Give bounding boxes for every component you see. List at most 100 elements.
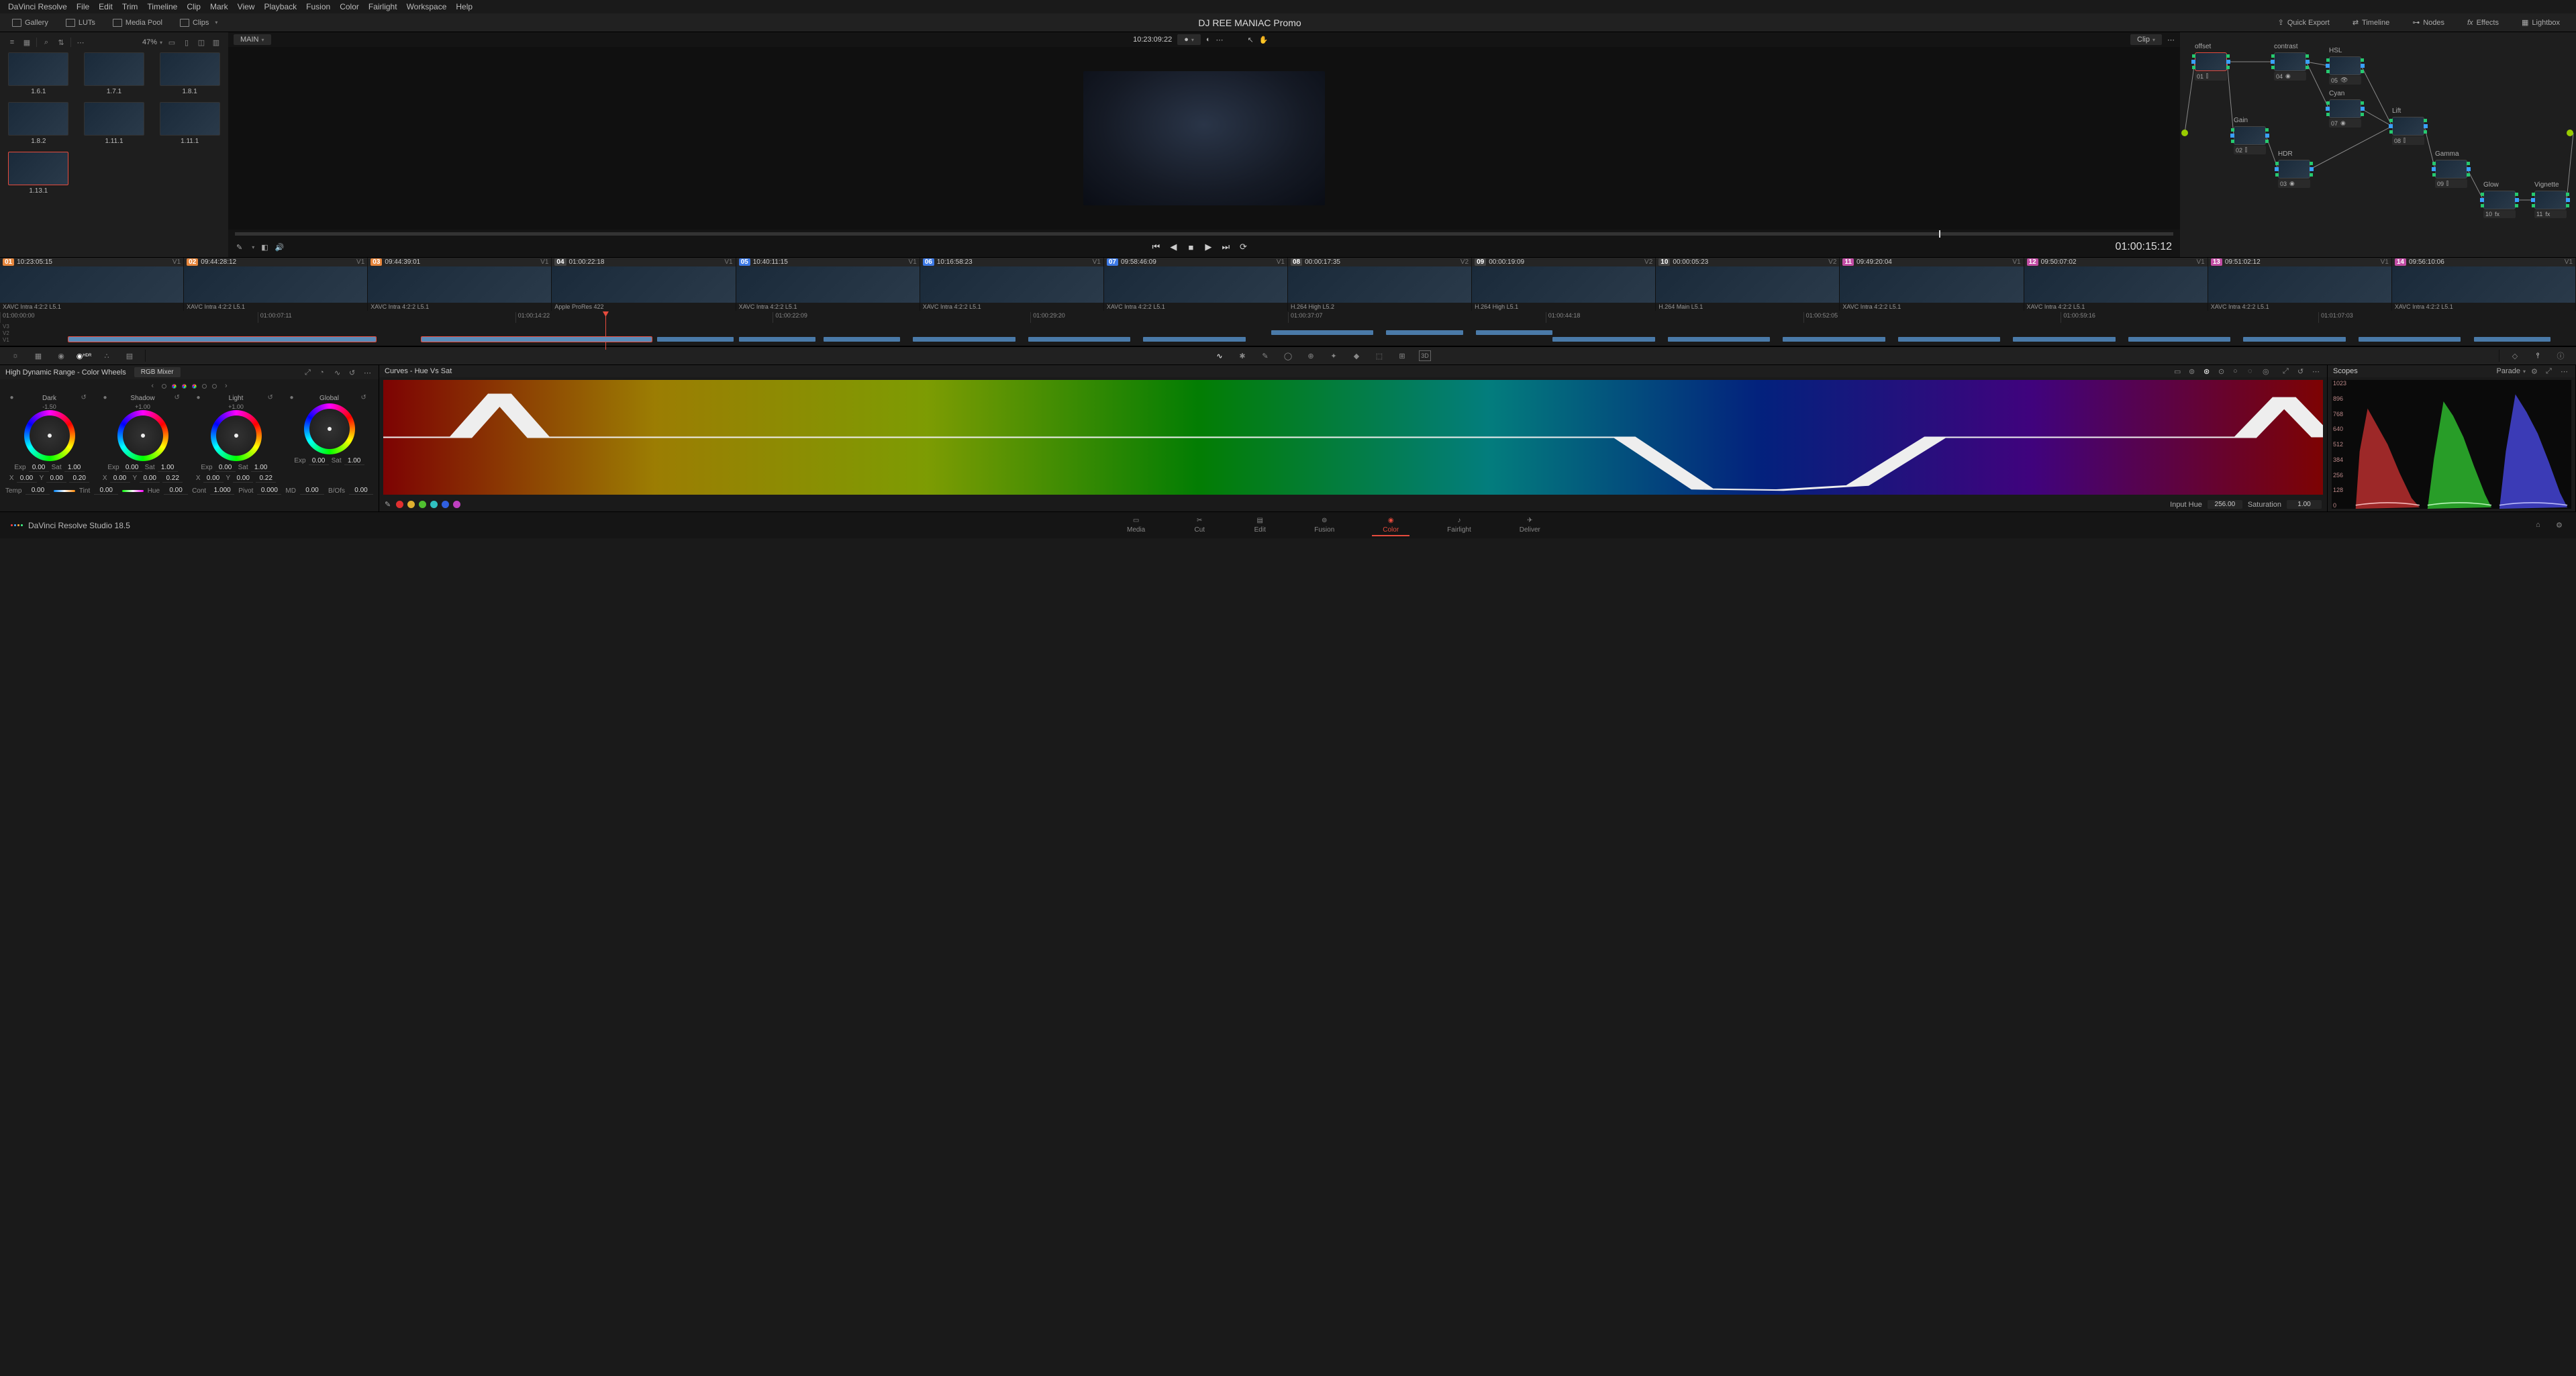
bofs-value[interactable]: 0.00 — [349, 487, 373, 495]
magic-mask-icon[interactable]: ✦ — [1328, 350, 1340, 361]
play-reverse-button[interactable]: ◀ — [1168, 242, 1179, 252]
menu-bar[interactable]: DaVinci ResolveFileEditTrimTimelineClipM… — [0, 0, 2576, 13]
timeline-clip[interactable] — [422, 337, 652, 342]
page-dot[interactable] — [182, 384, 187, 389]
mini-timeline[interactable]: 01:00:00:0001:00:07:1101:00:14:2201:00:2… — [0, 311, 2576, 346]
reset-icon[interactable]: ↺ — [361, 394, 369, 402]
exp-value[interactable]: 0.00 — [215, 464, 236, 472]
timeline-clip[interactable] — [1668, 337, 1770, 342]
z-value[interactable]: 0.22 — [256, 475, 276, 483]
page-prev-button[interactable]: ‹ — [148, 382, 156, 390]
timeline-clip[interactable] — [1386, 330, 1463, 335]
pointer-icon[interactable]: ↖ — [1248, 36, 1254, 44]
sat-lum-icon[interactable]: ◎ — [2263, 367, 2272, 375]
page-dot[interactable] — [162, 384, 166, 389]
color-match-icon[interactable]: ▦ — [32, 350, 44, 361]
timeline-clip-thumbnail[interactable]: 03 09:44:39:01 V1 XAVC Intra 4:2:2 L5.1 — [368, 258, 552, 311]
timeline-clip[interactable] — [2243, 337, 2345, 342]
more-icon[interactable]: ⋯ — [1216, 36, 1224, 44]
page-tab-color[interactable]: ◉Color — [1372, 514, 1409, 536]
quick-export-button[interactable]: ⇪Quick Export — [2271, 15, 2336, 30]
color-node[interactable]: Lift 08⫿ — [2392, 117, 2424, 145]
hue-swatch[interactable] — [453, 501, 460, 508]
menu-playback[interactable]: Playback — [264, 2, 297, 11]
timeline-clip-thumbnail[interactable]: 13 09:51:02:12 V1 XAVC Intra 4:2:2 L5.1 — [2208, 258, 2392, 311]
timeline-clip-thumbnail[interactable]: 04 01:00:22:18 V1 Apple ProRes 422 — [552, 258, 736, 311]
graph-icon[interactable]: ∿ — [334, 368, 344, 377]
temp-value[interactable]: 0.00 — [26, 487, 50, 495]
timeline-clip-thumbnail[interactable]: 11 09:49:20:04 V1 XAVC Intra 4:2:2 L5.1 — [1840, 258, 2024, 311]
gallery-still[interactable]: 1.11.1 — [80, 102, 149, 145]
tracker-icon[interactable]: ⊕ — [1305, 350, 1317, 361]
viewer-mode-dropdown[interactable]: ● — [1177, 34, 1201, 45]
curves-icon[interactable]: ∿ — [1213, 350, 1226, 361]
viewer-scrubber[interactable] — [235, 232, 2173, 236]
more-icon[interactable]: ⋯ — [75, 38, 86, 47]
audio-icon[interactable]: 🔊 — [275, 243, 285, 252]
wipe-icon[interactable]: ✎ — [236, 243, 242, 252]
warper-icon[interactable]: ✱ — [1236, 350, 1248, 361]
layout-a-icon[interactable]: ▭ — [166, 38, 177, 47]
timeline-clip-thumbnail[interactable]: 08 00:00:17:35 V2 H.264 High L5.2 — [1288, 258, 1472, 311]
eyedropper-icon[interactable]: ✎ — [385, 500, 391, 509]
bypass-icon[interactable]: ◐ — [1206, 36, 1211, 44]
exp-value[interactable]: 0.00 — [309, 457, 329, 465]
zone-toggle-icon[interactable]: ● — [10, 394, 18, 402]
color-node[interactable]: Gamma 09⫿ — [2435, 160, 2467, 188]
reset-icon[interactable]: ↺ — [2297, 367, 2307, 375]
hue-swatch[interactable] — [442, 501, 449, 508]
timeline-clip-thumbnail[interactable]: 06 10:16:58:23 V1 XAVC Intra 4:2:2 L5.1 — [920, 258, 1104, 311]
timeline-clip-thumbnail[interactable]: 12 09:50:07:02 V1 XAVC Intra 4:2:2 L5.1 — [2024, 258, 2208, 311]
settings-icon[interactable]: ⚙ — [2531, 367, 2540, 375]
timeline-clip-thumbnail[interactable]: 05 10:40:11:15 V1 XAVC Intra 4:2:2 L5.1 — [736, 258, 920, 311]
menu-file[interactable]: File — [77, 2, 89, 11]
color-node[interactable]: HDR 03◉ — [2278, 160, 2310, 188]
expand-icon[interactable]: ⤢ — [2546, 367, 2555, 375]
custom-curve-icon[interactable]: ▭ — [2174, 367, 2183, 375]
x-value[interactable]: 0.00 — [203, 475, 224, 483]
info-icon[interactable]: ⓘ — [2555, 350, 2567, 361]
menu-fairlight[interactable]: Fairlight — [368, 2, 397, 11]
timeline-clip[interactable] — [1028, 337, 1130, 342]
stop-button[interactable]: ■ — [1185, 242, 1196, 252]
color-node[interactable]: HSL 05👁 — [2329, 56, 2361, 85]
gallery-toggle[interactable]: Gallery — [5, 16, 55, 30]
timeline-clip[interactable] — [2013, 337, 2115, 342]
y-value[interactable]: 0.00 — [46, 475, 66, 483]
layout-b-icon[interactable]: ▯ — [181, 38, 192, 47]
color-wheel[interactable] — [117, 410, 168, 461]
page-dot[interactable] — [192, 384, 197, 389]
rgb-mixer-tab[interactable]: RGB Mixer — [134, 367, 181, 377]
menu-help[interactable]: Help — [456, 2, 473, 11]
timeline-clip[interactable] — [1898, 337, 2000, 342]
search-icon[interactable]: ⌕ — [41, 38, 52, 47]
blur-icon[interactable]: ◆ — [1350, 350, 1363, 361]
hue-swatch[interactable] — [407, 501, 415, 508]
color-node[interactable]: contrast 04◉ — [2274, 52, 2306, 81]
reset-icon[interactable]: ↺ — [349, 368, 358, 377]
gallery-still[interactable]: 1.6.1 — [4, 52, 73, 95]
page-tab-deliver[interactable]: ✈Deliver — [1509, 514, 1551, 536]
node-source[interactable] — [2181, 130, 2188, 136]
color-node[interactable]: offset 01⫿ — [2195, 52, 2227, 81]
sat-value[interactable]: 1.00 — [158, 464, 178, 472]
menu-fusion[interactable]: Fusion — [306, 2, 330, 11]
timeline-clip[interactable] — [824, 337, 900, 342]
color-wheel[interactable] — [24, 410, 75, 461]
sort-icon[interactable]: ⇅ — [56, 38, 66, 47]
scope-mode-dropdown[interactable]: Parade — [2497, 367, 2526, 375]
menu-davinci-resolve[interactable]: DaVinci Resolve — [8, 2, 67, 11]
y-value[interactable]: 0.00 — [140, 475, 160, 483]
exp-value[interactable]: 0.00 — [122, 464, 142, 472]
timeline-toggle[interactable]: ⇄Timeline — [2346, 15, 2396, 30]
split-icon[interactable]: ◧ — [261, 243, 268, 252]
last-frame-button[interactable]: ⏭ — [1220, 242, 1231, 252]
sat-value[interactable]: 1.00 — [251, 464, 271, 472]
hue-hue-icon[interactable]: ⊚ — [2189, 367, 2198, 375]
zone-toggle-icon[interactable]: ● — [290, 394, 298, 402]
first-frame-button[interactable]: ⏮ — [1150, 242, 1161, 252]
project-settings-icon[interactable]: ⚙ — [2556, 521, 2567, 530]
timeline-clip-thumbnail[interactable]: 01 10:23:05:15 V1 XAVC Intra 4:2:2 L5.1 — [0, 258, 184, 311]
menu-mark[interactable]: Mark — [210, 2, 228, 11]
timeline-clip[interactable] — [68, 337, 375, 342]
